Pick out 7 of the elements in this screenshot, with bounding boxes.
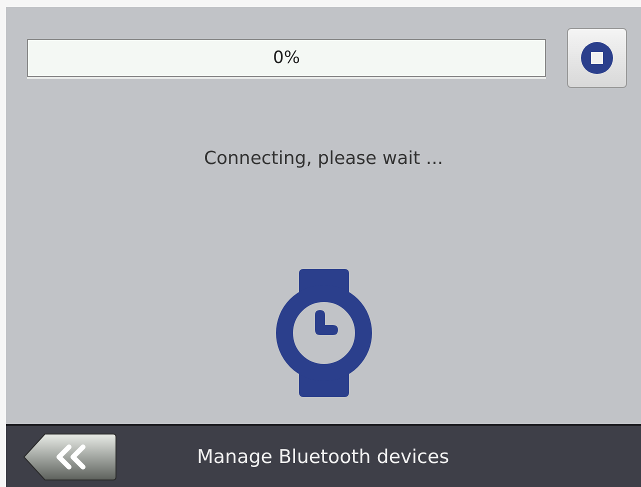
stop-icon bbox=[580, 41, 614, 75]
watch-icon bbox=[274, 269, 372, 397]
status-message: Connecting, please wait ... bbox=[204, 148, 444, 169]
stop-button[interactable] bbox=[567, 28, 627, 88]
progress-label: 0% bbox=[273, 48, 300, 68]
screen-title: Manage Bluetooth devices bbox=[197, 446, 450, 468]
back-button[interactable] bbox=[23, 432, 117, 480]
